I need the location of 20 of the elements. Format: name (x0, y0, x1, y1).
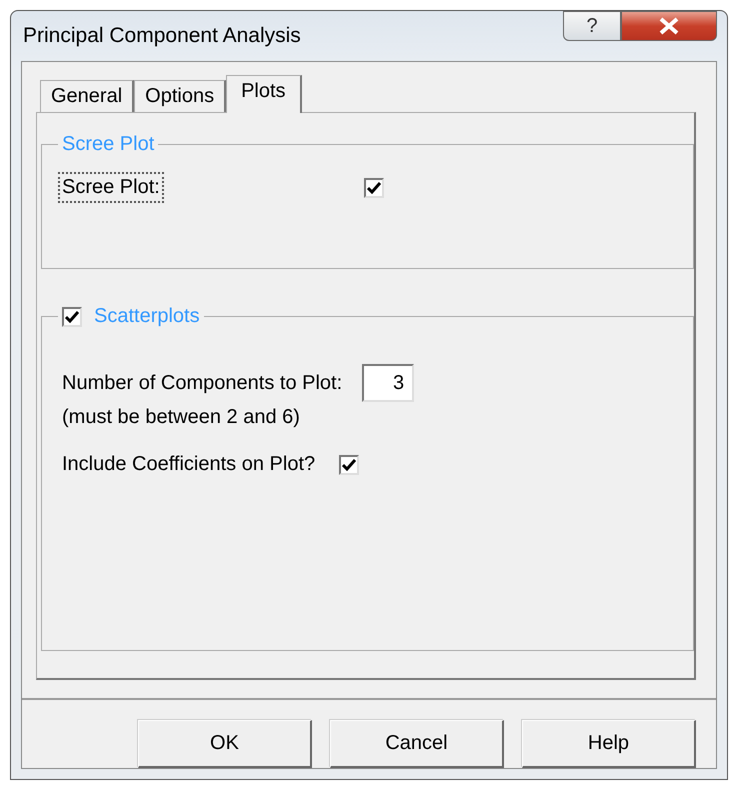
input-field[interactable]: 3 (362, 364, 414, 402)
dialog-button[interactable]: OK (138, 720, 312, 768)
help-button[interactable]: ? (563, 11, 621, 41)
dialog-button[interactable]: Help (522, 720, 696, 768)
hint-text: (must be between 2 and 6) (61, 406, 300, 429)
window-title: Principal Component Analysis (22, 24, 301, 48)
checkbox[interactable] (62, 306, 82, 326)
option-label: Include Coefficients on Plot? (61, 452, 316, 477)
field-label: Number of Components to Plot: (61, 370, 344, 396)
close-icon (658, 17, 680, 35)
close-button[interactable] (621, 11, 717, 41)
group-title: Scree Plot (62, 133, 154, 156)
tab[interactable]: Plots (226, 75, 302, 113)
tab[interactable]: Options (134, 80, 226, 112)
group-title: Scatterplots (94, 305, 200, 328)
dialog-button[interactable]: Cancel (330, 720, 504, 768)
checkbox[interactable] (364, 178, 384, 198)
tab[interactable]: General (40, 80, 134, 112)
checkbox[interactable] (339, 454, 360, 474)
option-label: Scree Plot: (58, 172, 164, 203)
